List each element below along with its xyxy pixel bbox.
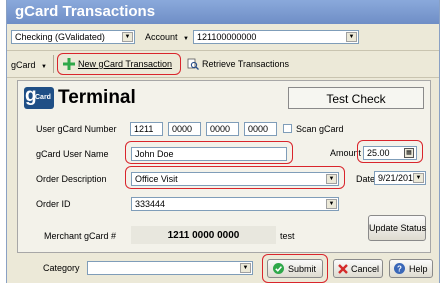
gcard-logo-text: Card [35, 94, 51, 101]
test-check-box: Test Check [288, 87, 424, 109]
order-description-highlight [125, 166, 345, 189]
scan-gcard-checkbox[interactable] [283, 124, 292, 133]
submit-highlight [262, 254, 328, 283]
new-transaction-highlight [57, 53, 181, 75]
help-button[interactable]: ? Help [389, 259, 433, 278]
terminal-title: Terminal [58, 87, 136, 108]
date-picker[interactable]: 9/21/2012 ▼ [374, 171, 426, 185]
gcard-logo: g Card [24, 85, 54, 109]
account-toolbar: Checking (GValidated) ▼ Account ▼ 121100… [7, 24, 439, 51]
footer-bar: Category ▼ Submit Cancel ? Help [7, 253, 439, 283]
user-number-field-3[interactable]: 0000 [206, 122, 239, 136]
retrieve-transactions-button[interactable]: Retrieve Transactions [185, 55, 295, 73]
title-bar: gCard Transactions [7, 0, 439, 24]
user-number-field-2[interactable]: 0000 [168, 122, 201, 136]
merchant-number-box: 1211 0000 0000 [131, 226, 276, 244]
merchant-label: Merchant gCard # [44, 231, 117, 241]
account-label: Account [145, 32, 178, 42]
chevron-down-icon[interactable]: ▼ [346, 32, 357, 42]
toolbar-divider [53, 55, 54, 73]
chevron-down-icon[interactable]: ▼ [240, 263, 251, 273]
account-menu[interactable]: Account ▼ [145, 32, 189, 42]
help-icon: ? [394, 263, 405, 274]
order-description-label: Order Description [36, 174, 107, 184]
retrieve-transactions-label: Retrieve Transactions [202, 59, 290, 69]
chevron-down-icon[interactable]: ▼ [122, 32, 133, 42]
chevron-down-icon: ▼ [183, 36, 189, 42]
user-number-field-4[interactable]: 0000 [244, 122, 277, 136]
order-id-select[interactable]: 333444 ▼ [131, 197, 339, 211]
chevron-down-icon: ▼ [41, 64, 47, 70]
window-title: gCard Transactions [15, 3, 156, 20]
account-type-value: Checking (GValidated) [15, 32, 105, 42]
merchant-number: 1211 0000 0000 [167, 230, 240, 241]
user-name-highlight [125, 141, 293, 164]
amount-highlight [357, 140, 423, 163]
gcard-menu-label: gCard [11, 60, 36, 70]
gcard-menu[interactable]: gCard ▼ [11, 60, 47, 70]
test-check-label: Test Check [326, 92, 386, 106]
terminal-panel: g Card Terminal Test Check User gCard Nu… [17, 80, 431, 253]
magnifier-document-icon [187, 58, 199, 70]
date-label: Date [356, 174, 376, 184]
chevron-down-icon[interactable]: ▼ [413, 173, 424, 183]
x-icon [338, 264, 348, 274]
update-status-button[interactable]: Update Status [368, 215, 426, 241]
user-number-label: User gCard Number [36, 124, 117, 134]
gcard-transactions-window: gCard Transactions Checking (GValidated)… [6, 0, 440, 283]
account-number-select[interactable]: 121100000000 ▼ [193, 30, 359, 44]
user-name-label: gCard User Name [36, 149, 109, 159]
cancel-button[interactable]: Cancel [333, 259, 383, 278]
category-label: Category [43, 263, 80, 273]
account-number-value: 121100000000 [197, 32, 257, 42]
account-type-select[interactable]: Checking (GValidated) ▼ [11, 30, 135, 44]
order-id-label: Order ID [36, 199, 71, 209]
user-number-field-1[interactable]: 1211 [130, 122, 163, 136]
scan-gcard-label: Scan gCard [296, 124, 344, 134]
chevron-down-icon[interactable]: ▼ [326, 199, 337, 209]
svg-text:?: ? [397, 265, 402, 274]
category-select[interactable]: ▼ [87, 261, 253, 275]
merchant-note: test [280, 231, 295, 241]
